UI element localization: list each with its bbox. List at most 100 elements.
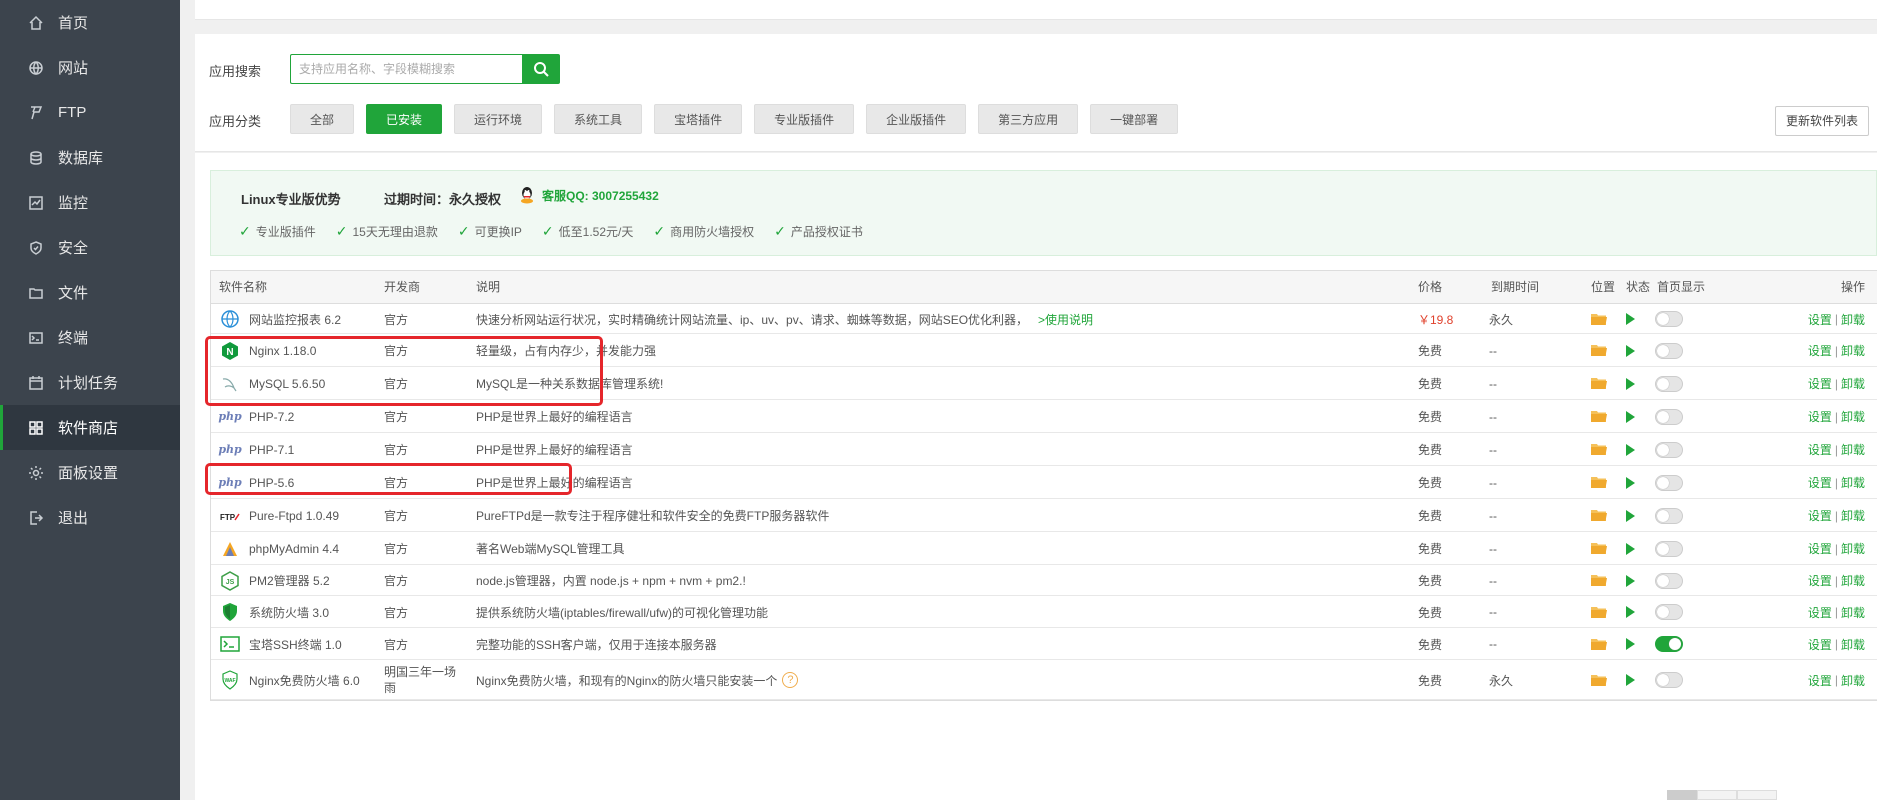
sidebar-item-4[interactable]: 数据库 (0, 135, 180, 180)
perk-item: ✓ 商用防火墙授权 (653, 223, 754, 240)
play-icon[interactable] (1626, 313, 1635, 325)
folder-icon[interactable] (1591, 304, 1607, 334)
sidebar-item-5[interactable]: 监控 (0, 180, 180, 225)
refresh-list-button[interactable]: 更新软件列表 (1774, 106, 1869, 136)
category-tab[interactable]: 第三方应用 (978, 104, 1079, 134)
folder-icon[interactable] (1591, 596, 1607, 628)
home-display-toggle[interactable] (1655, 672, 1683, 688)
uninstall-link[interactable]: 卸载 (1841, 311, 1865, 328)
folder-icon[interactable] (1591, 660, 1607, 700)
play-icon[interactable] (1626, 574, 1635, 587)
developer: 官方 (384, 476, 409, 490)
category-tab[interactable]: 企业版插件 (866, 104, 967, 134)
settings-link[interactable]: 设置 (1808, 672, 1832, 689)
pagination-item[interactable] (1697, 790, 1737, 800)
sidebar-item-2[interactable]: 网站 (0, 45, 180, 90)
uninstall-link[interactable]: 卸载 (1841, 636, 1865, 653)
pagination-item[interactable] (1737, 790, 1777, 800)
table-row: N Nginx 1.18.0 官方 轻量级，占有内存少，并发能力强 免费 -- 设置 | 卸载 (211, 334, 1877, 367)
sidebar-item-1[interactable]: 首页 (0, 0, 180, 45)
settings-link[interactable]: 设置 (1808, 507, 1832, 524)
folder-icon[interactable] (1591, 466, 1607, 499)
folder-icon[interactable] (1591, 532, 1607, 565)
folder-icon[interactable] (1591, 499, 1607, 532)
sidebar-item-11[interactable]: 面板设置 (0, 450, 180, 495)
settings-link[interactable]: 设置 (1808, 441, 1832, 458)
home-display-toggle[interactable] (1655, 441, 1683, 458)
help-link[interactable]: >使用说明 (1038, 311, 1093, 328)
category-tab[interactable]: 系统工具 (554, 104, 643, 134)
sidebar-item-3[interactable]: FTP (0, 90, 180, 135)
expire-time: -- (1489, 605, 1497, 619)
uninstall-link[interactable]: 卸载 (1841, 507, 1865, 524)
settings-link[interactable]: 设置 (1808, 636, 1832, 653)
uninstall-link[interactable]: 卸载 (1841, 540, 1865, 557)
settings-link[interactable]: 设置 (1808, 375, 1832, 392)
category-tab[interactable]: 专业版插件 (754, 104, 855, 134)
settings-link[interactable]: 设置 (1808, 408, 1832, 425)
uninstall-link[interactable]: 卸载 (1841, 441, 1865, 458)
play-icon[interactable] (1626, 509, 1635, 522)
home-display-toggle[interactable] (1655, 572, 1683, 589)
settings-link[interactable]: 设置 (1808, 474, 1832, 491)
play-icon[interactable] (1626, 443, 1635, 456)
qq-contact[interactable]: 客服QQ: 3007255432 (516, 185, 659, 205)
play-icon[interactable] (1626, 542, 1635, 555)
settings-link[interactable]: 设置 (1808, 604, 1832, 621)
mysql-icon (219, 373, 241, 395)
table-row: php PHP-7.1 官方 PHP是世界上最好的编程语言 免费 -- 设置 | 卸载 (211, 433, 1877, 466)
search-button[interactable] (522, 54, 560, 84)
play-icon[interactable] (1626, 638, 1635, 650)
php-icon: php (218, 443, 242, 456)
home-display-toggle[interactable] (1655, 474, 1683, 491)
folder-icon[interactable] (1591, 628, 1607, 660)
play-icon[interactable] (1626, 606, 1635, 618)
description: node.js管理器，内置 node.js + npm + nvm + pm2.… (476, 574, 746, 588)
category-tab[interactable]: 已安装 (366, 104, 443, 134)
sidebar-item-9[interactable]: 计划任务 (0, 360, 180, 405)
uninstall-link[interactable]: 卸载 (1841, 572, 1865, 589)
settings-link[interactable]: 设置 (1808, 342, 1832, 359)
folder-icon[interactable] (1591, 400, 1607, 433)
pagination-item[interactable] (1667, 790, 1697, 800)
category-tab[interactable]: 一键部署 (1090, 104, 1179, 134)
folder-icon[interactable] (1591, 367, 1607, 400)
home-display-toggle[interactable] (1655, 375, 1683, 392)
category-tab[interactable]: 全部 (290, 104, 355, 134)
sidebar-item-6[interactable]: 安全 (0, 225, 180, 270)
category-tab[interactable]: 宝塔插件 (654, 104, 743, 134)
play-icon[interactable] (1626, 377, 1635, 390)
sidebar-item-12[interactable]: 退出 (0, 495, 180, 540)
home-display-toggle[interactable] (1655, 604, 1683, 620)
home-display-toggle[interactable] (1655, 342, 1683, 359)
folder-icon[interactable] (1591, 565, 1607, 596)
uninstall-link[interactable]: 卸载 (1841, 474, 1865, 491)
expire-time: -- (1489, 376, 1497, 391)
settings-link[interactable]: 设置 (1808, 311, 1832, 328)
sidebar-item-10[interactable]: 软件商店 (0, 405, 180, 450)
play-icon[interactable] (1626, 476, 1635, 489)
uninstall-link[interactable]: 卸载 (1841, 604, 1865, 621)
uninstall-link[interactable]: 卸载 (1841, 375, 1865, 392)
sidebar-item-7[interactable]: 文件 (0, 270, 180, 315)
category-tab[interactable]: 运行环境 (454, 104, 543, 134)
sidebar-item-8[interactable]: 终端 (0, 315, 180, 360)
question-icon[interactable]: ? (782, 672, 799, 688)
uninstall-link[interactable]: 卸载 (1841, 672, 1865, 689)
play-icon[interactable] (1626, 674, 1635, 686)
uninstall-link[interactable]: 卸载 (1841, 408, 1865, 425)
search-input[interactable] (290, 54, 522, 84)
play-icon[interactable] (1626, 410, 1635, 423)
folder-icon[interactable] (1591, 334, 1607, 367)
home-display-toggle[interactable] (1655, 408, 1683, 425)
home-display-toggle[interactable] (1655, 311, 1683, 327)
home-display-toggle[interactable] (1655, 540, 1683, 557)
software-name: 系统防火墙 3.0 (249, 605, 330, 620)
home-display-toggle[interactable] (1655, 507, 1683, 524)
folder-icon[interactable] (1591, 433, 1607, 466)
play-icon[interactable] (1626, 344, 1635, 357)
home-display-toggle[interactable] (1655, 636, 1683, 652)
uninstall-link[interactable]: 卸载 (1841, 342, 1865, 359)
settings-link[interactable]: 设置 (1808, 572, 1832, 589)
settings-link[interactable]: 设置 (1808, 540, 1832, 557)
